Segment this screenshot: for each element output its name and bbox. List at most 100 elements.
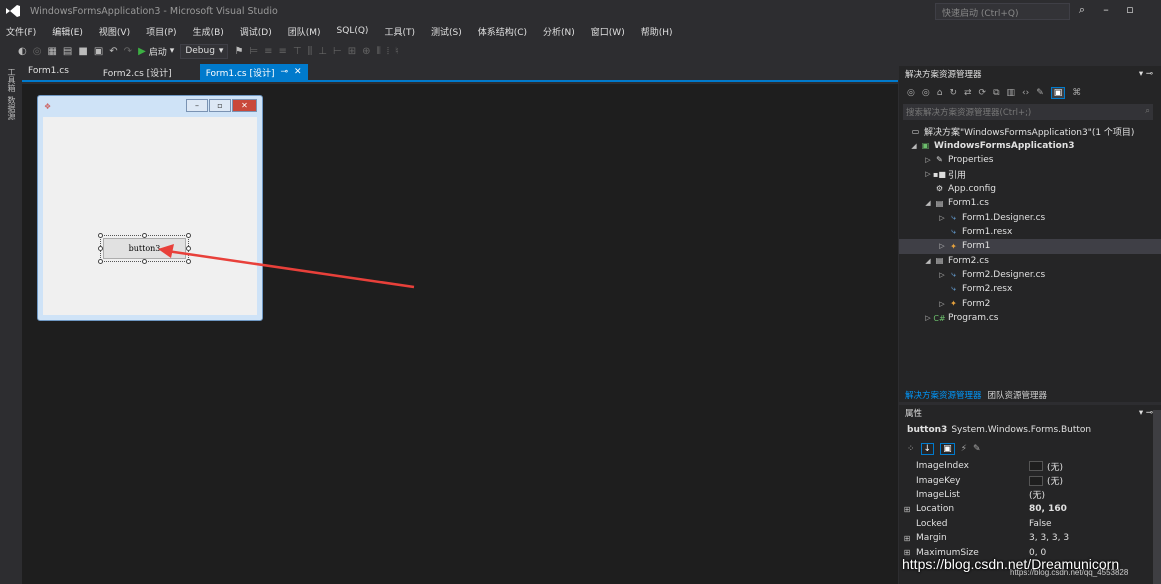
prop-row-locked[interactable]: Locked False [899, 517, 1161, 531]
back-icon[interactable]: ◐ [18, 46, 27, 57]
tab-form2-design[interactable]: Form2.cs [设计] [97, 64, 178, 80]
menu-tools[interactable]: 工具(T) [384, 25, 415, 38]
menu-help[interactable]: 帮助(H) [641, 25, 673, 38]
tree-item-project[interactable]: ◢ ▣ WindowsFormsApplication3 [899, 138, 1161, 152]
tree-item-form1-resx[interactable]: ⤷ Form1.resx [899, 225, 1161, 239]
view-code-icon[interactable]: ‹› [1022, 88, 1029, 98]
tab-solution-explorer[interactable]: 解决方案资源管理器 [905, 389, 982, 401]
expanded-arrow-icon[interactable]: ◢ [923, 199, 933, 207]
tree-item-solution[interactable]: ▭ 解决方案"WindowsFormsApplication3"(1 个项目) [899, 124, 1161, 138]
tree-item-form2-designer[interactable]: ▷ ⤷ Form2.Designer.cs [899, 268, 1161, 282]
menu-analyze[interactable]: 分析(N) [543, 25, 575, 38]
tree-item-form2-cs[interactable]: ◢ ▤ Form2.cs [899, 254, 1161, 268]
menu-file[interactable]: 文件(F) [6, 25, 36, 38]
prop-value[interactable]: (无) [1047, 474, 1063, 487]
horizontal-spacing-icon[interactable]: ⦀ [376, 46, 380, 57]
menu-window[interactable]: 窗口(W) [591, 25, 625, 38]
align-middles-icon[interactable]: ⫼ [308, 46, 313, 57]
property-pages-icon[interactable]: ✎ [973, 444, 981, 454]
menu-debug[interactable]: 调试(D) [240, 25, 272, 38]
align-centers-icon[interactable]: ≡ [264, 46, 272, 57]
align-bottoms-icon[interactable]: ⊥ [318, 46, 327, 57]
align-tops-icon[interactable]: ⊤ [293, 46, 302, 57]
properties-wrench-icon[interactable]: ✎ [1036, 88, 1044, 98]
back-icon[interactable]: ◎ [907, 88, 915, 98]
menu-team[interactable]: 团队(M) [288, 25, 321, 38]
view-designer-icon[interactable]: ▣ [1050, 87, 1066, 99]
tree-item-app-config[interactable]: ⚙ App.config [899, 182, 1161, 196]
show-all-files-icon[interactable]: ▥ [1007, 88, 1016, 98]
tab-order-icon[interactable]: ♮ [395, 46, 399, 57]
expand-plus-icon[interactable]: ⊞ [899, 534, 911, 543]
refresh-icon[interactable]: ⟳ [979, 88, 987, 98]
tab-form1-cs[interactable]: Form1.cs [22, 64, 75, 80]
close-icon[interactable]: ✕ [294, 67, 302, 77]
pin-icon[interactable]: ▾ ⊸ [1139, 408, 1153, 418]
prop-row-location[interactable]: ⊞ Location 80, 160 [899, 502, 1161, 516]
home-icon[interactable]: ⌂ [937, 88, 943, 98]
tab-form1-design[interactable]: Form1.cs [设计] ⊸ ✕ [199, 64, 308, 80]
events-lightning-icon[interactable]: ⚡ [961, 444, 967, 454]
pin-icon[interactable]: ▾ ⊸ [1139, 69, 1153, 79]
quick-launch-input[interactable]: 快速启动 (Ctrl+Q) [935, 3, 1070, 20]
solution-search-input[interactable]: 搜索解决方案资源管理器(Ctrl+;) ⌕ [903, 104, 1153, 120]
redo-icon[interactable]: ↷ [124, 46, 132, 57]
sync-icon[interactable]: ↻ [949, 88, 957, 98]
minimize-button[interactable]: – [1096, 3, 1116, 16]
menu-build[interactable]: 生成(B) [193, 25, 224, 38]
tree-item-form2-class[interactable]: ▷ ✦ Form2 [899, 297, 1161, 311]
tree-item-form2-resx[interactable]: ⤷ Form2.resx [899, 282, 1161, 296]
save-icon[interactable]: ■ [78, 46, 87, 57]
pin-icon[interactable]: ⊸ [280, 67, 288, 77]
prop-value[interactable]: False [1029, 519, 1052, 529]
tab-team-explorer[interactable]: 团队资源管理器 [988, 389, 1048, 401]
prop-row-imagelist[interactable]: ImageList (无) [899, 488, 1161, 502]
toolbox-tab[interactable]: 工具箱 [6, 68, 17, 92]
tree-item-form1-designer[interactable]: ▷ ⤷ Form1.Designer.cs [899, 210, 1161, 224]
pending-changes-icon[interactable]: ⇄ [964, 88, 972, 98]
tree-item-form1-cs[interactable]: ◢ ▤ Form1.cs [899, 196, 1161, 210]
expanded-arrow-icon[interactable]: ◢ [923, 257, 933, 265]
open-file-icon[interactable]: ▤ [63, 46, 72, 57]
vertical-spacing-icon[interactable]: ⦙ [387, 46, 389, 57]
menu-architecture[interactable]: 体系结构(C) [478, 25, 527, 38]
tree-item-references[interactable]: ▷ ▪■ 引用 [899, 167, 1161, 181]
solution-config-select[interactable]: Debug ▾ [180, 43, 229, 59]
make-same-width-icon[interactable]: ⊢ [333, 46, 342, 57]
make-same-height-icon[interactable]: ⊞ [348, 46, 356, 57]
properties-view-icon[interactable]: ▣ [940, 443, 955, 455]
prop-row-imagekey[interactable]: ImageKey (无) [899, 473, 1161, 487]
collapsed-arrow-icon[interactable]: ▷ [923, 314, 933, 322]
undo-icon[interactable]: ↶ [109, 46, 117, 57]
align-rights-icon[interactable]: ≡ [279, 46, 287, 57]
categorized-icon[interactable]: ⁘ [907, 444, 915, 454]
start-button[interactable]: ▶ 启动 ▾ [138, 45, 174, 58]
tree-item-form1-class[interactable]: ▷ ✦ Form1 [899, 239, 1161, 254]
form-designer-surface[interactable]: ❖ – ▫ ✕ button3 [22, 84, 898, 584]
properties-scrollbar[interactable] [1153, 410, 1161, 584]
prop-value[interactable]: (无) [1029, 488, 1045, 501]
tree-item-properties[interactable]: ▷ ✎ Properties [899, 153, 1161, 167]
size-to-grid-icon[interactable]: ⊕ [362, 46, 370, 57]
collapsed-arrow-icon[interactable]: ▷ [923, 156, 933, 164]
prop-value[interactable]: (无) [1047, 460, 1063, 473]
collapsed-arrow-icon[interactable]: ▷ [923, 170, 933, 178]
menu-sql[interactable]: SQL(Q) [337, 26, 369, 36]
collapsed-arrow-icon[interactable]: ▷ [937, 242, 947, 250]
menu-view[interactable]: 视图(V) [99, 25, 130, 38]
collapse-all-icon[interactable]: ⧉ [993, 88, 999, 98]
forward-icon[interactable]: ◎ [33, 46, 42, 57]
search-icon[interactable]: ⌕ [1072, 3, 1092, 17]
class-diagram-icon[interactable]: ⌘ [1072, 88, 1081, 98]
collapsed-arrow-icon[interactable]: ▷ [937, 214, 947, 222]
align-lefts-icon[interactable]: ⊨ [249, 46, 258, 57]
save-all-icon[interactable]: ▣ [94, 46, 103, 57]
menu-project[interactable]: 项目(P) [146, 25, 176, 38]
menu-edit[interactable]: 编辑(E) [52, 25, 83, 38]
alphabetical-icon[interactable]: ↓ [920, 443, 935, 455]
collapsed-arrow-icon[interactable]: ▷ [937, 271, 947, 279]
properties-object-selector[interactable]: button3 System.Windows.Forms.Button [899, 421, 1161, 439]
new-project-icon[interactable]: ▦ [47, 46, 56, 57]
prop-value[interactable]: 80, 160 [1029, 504, 1067, 514]
expand-plus-icon[interactable]: ⊞ [899, 505, 911, 514]
